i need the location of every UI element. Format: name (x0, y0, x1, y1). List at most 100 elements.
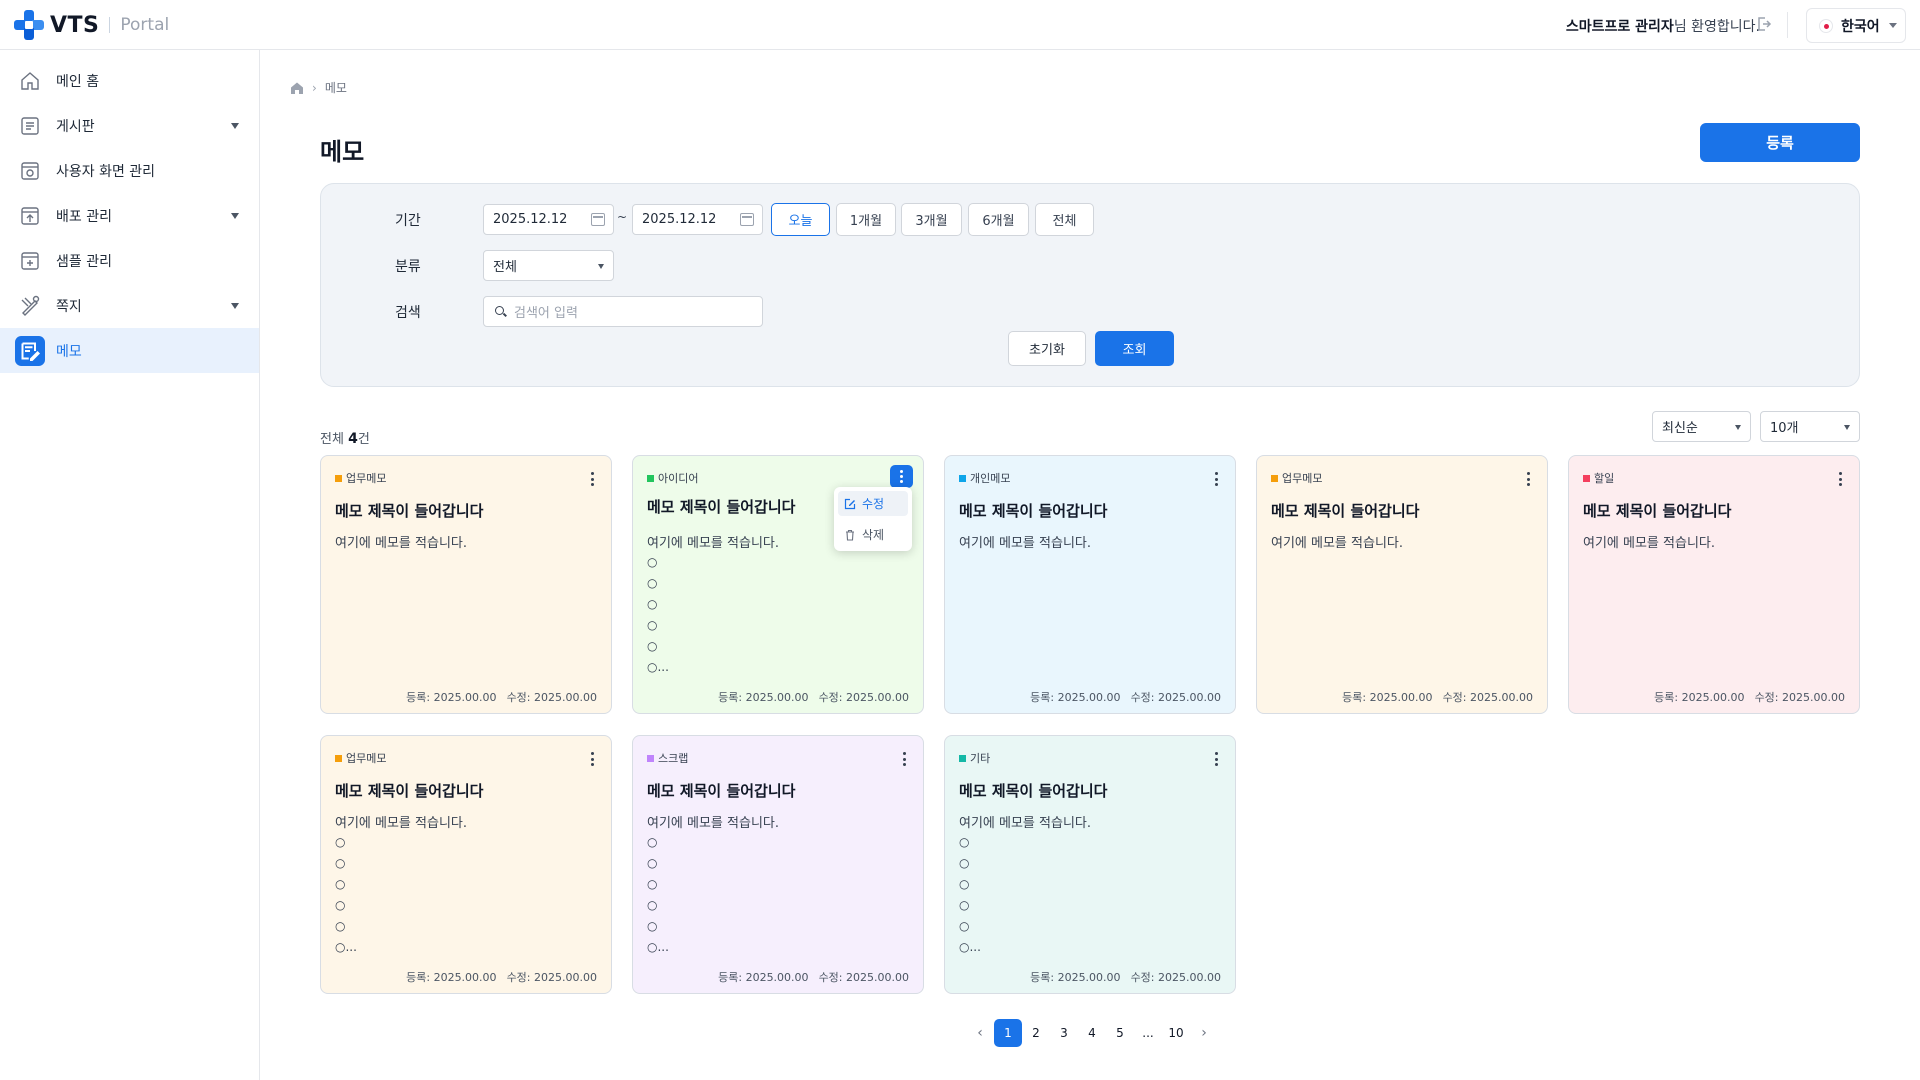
memo-category-label: 기타 (970, 752, 991, 765)
sidebar-item-label: 메인 홈 (56, 73, 100, 90)
memo-category-tag: 개인메모 (959, 470, 1010, 486)
breadcrumb: › 메모 (290, 79, 347, 96)
memo-title: 메모 제목이 들어갑니다 (335, 782, 484, 800)
more-options-icon[interactable] (1211, 470, 1221, 488)
chevron-right-icon: › (312, 80, 317, 95)
more-options-icon[interactable] (890, 465, 913, 488)
memo-card[interactable]: 기타 메모 제목이 들어갑니다 여기에 메모를 적습니다. ○ ○ ○ ○ ○ ○... 등록: … (944, 735, 1236, 994)
calendar-icon[interactable] (740, 213, 754, 226)
chevron-down-icon (231, 123, 239, 129)
more-options-icon[interactable] (587, 470, 597, 488)
category-color-dot (335, 474, 342, 482)
sample-icon (21, 251, 39, 270)
memo-bullet-item: ○ (647, 555, 658, 569)
page-button[interactable]: 10 (1162, 1019, 1190, 1047)
prev-page-button[interactable]: ‹ (966, 1019, 994, 1047)
app-header: VTS Portal 스마트프로 관리자님 환영합니다. 한국어 (0, 0, 1920, 50)
header-divider (1787, 12, 1788, 38)
search-button[interactable]: 조회 (1095, 331, 1174, 366)
memo-card[interactable]: 개인메모 메모 제목이 들어갑니다 여기에 메모를 적습니다. 등록: 2025.00… (944, 455, 1236, 714)
register-button[interactable]: 등록 (1700, 123, 1860, 162)
search-input[interactable]: 검색어 입력 (483, 296, 763, 327)
memo-dates: 등록: 2025.00.00 수정: 2025.00.00 (1654, 689, 1845, 705)
sidebar-item-label: 게시판 (56, 118, 95, 135)
sidebar-item-home[interactable]: 메인 홈 (0, 58, 259, 103)
period-1month-button[interactable]: 1개월 (836, 203, 896, 236)
date-range-separator: ~ (617, 210, 628, 224)
period-today-button[interactable]: 오늘 (771, 203, 830, 236)
breadcrumb-current: 메모 (324, 81, 347, 95)
sidebar: 메인 홈 게시판 사용자 화면 관리 배포 관리 샘플 관리 쪽지 메모 (0, 50, 260, 1080)
menu-delete-item[interactable]: 삭제 (844, 526, 884, 543)
more-options-icon[interactable] (1211, 750, 1221, 768)
more-options-icon[interactable] (587, 750, 597, 768)
menu-edit-item[interactable]: 수정 (844, 495, 884, 512)
sidebar-item-deploy[interactable]: 배포 관리 (0, 193, 259, 238)
sidebar-item-sample[interactable]: 샘플 관리 (0, 238, 259, 283)
memo-body: 여기에 메모를 적습니다. (335, 536, 467, 551)
memo-bullet-item: ○ (647, 856, 658, 870)
page-button[interactable]: 2 (1022, 1019, 1050, 1047)
memo-card[interactable]: 업무메모 메모 제목이 들어갑니다 여기에 메모를 적습니다. ○ ○ ○ ○ ○ ○... 등록… (320, 735, 612, 994)
brand-subtitle: Portal (120, 15, 170, 35)
memo-dates: 등록: 2025.00.00 수정: 2025.00.00 (718, 689, 909, 705)
next-page-button[interactable]: › (1190, 1019, 1218, 1047)
category-color-dot (647, 754, 654, 762)
sidebar-item-label: 샘플 관리 (56, 253, 112, 270)
sort-select[interactable]: 최신순 (1652, 411, 1751, 442)
memo-dates: 등록: 2025.00.00 수정: 2025.00.00 (1030, 969, 1221, 985)
memo-title: 메모 제목이 들어갑니다 (959, 502, 1108, 520)
memo-body: 여기에 메모를 적습니다. (335, 816, 467, 831)
memo-bullet-item: ○ (335, 898, 346, 912)
more-options-icon[interactable] (1523, 470, 1533, 488)
memo-icon (15, 335, 45, 366)
memo-modified-date: 수정: 2025.00.00 (1130, 971, 1221, 984)
period-all-button[interactable]: 전체 (1035, 203, 1094, 236)
logo[interactable]: VTS Portal (14, 10, 169, 40)
menu-delete-label: 삭제 (862, 528, 885, 542)
brand-name: VTS (50, 12, 100, 38)
more-options-icon[interactable] (1835, 470, 1845, 488)
memo-category-label: 스크랩 (658, 752, 689, 765)
sidebar-item-message[interactable]: 쪽지 (0, 283, 259, 328)
period-6month-button[interactable]: 6개월 (968, 203, 1029, 236)
memo-title: 메모 제목이 들어갑니다 (647, 498, 796, 516)
page-button[interactable]: 4 (1078, 1019, 1106, 1047)
memo-bullet-item: ○ (647, 576, 658, 590)
memo-bullet-list: ○ ○ ○ ○ ○ ○... (647, 832, 669, 958)
memo-category-tag: 할일 (1583, 470, 1614, 486)
date-to-input[interactable]: 2025.12.12 (632, 204, 763, 235)
memo-card[interactable]: 업무메모 메모 제목이 들어갑니다 여기에 메모를 적습니다. 등록: 2025.00… (1256, 455, 1548, 714)
home-icon[interactable] (290, 81, 304, 95)
page-button[interactable]: 1 (994, 1019, 1022, 1047)
deploy-icon (21, 206, 39, 225)
memo-category-tag: 스크랩 (647, 750, 688, 766)
logout-icon[interactable] (1756, 15, 1772, 33)
reset-button[interactable]: 초기화 (1008, 331, 1086, 366)
page-button[interactable]: 3 (1050, 1019, 1078, 1047)
memo-card[interactable]: 업무메모 메모 제목이 들어갑니다 여기에 메모를 적습니다. 등록: 2025.00… (320, 455, 612, 714)
sidebar-item-board[interactable]: 게시판 (0, 103, 259, 148)
page-button[interactable]: 5 (1106, 1019, 1134, 1047)
memo-card[interactable]: 스크랩 메모 제목이 들어갑니다 여기에 메모를 적습니다. ○ ○ ○ ○ ○ ○... 등록:… (632, 735, 924, 994)
memo-modified-date: 수정: 2025.00.00 (818, 971, 909, 984)
language-select[interactable]: 한국어 (1806, 8, 1906, 43)
memo-body: 여기에 메모를 적습니다. (1271, 536, 1403, 551)
sidebar-item-label: 메모 (56, 343, 82, 360)
date-from-input[interactable]: 2025.12.12 (483, 204, 614, 235)
category-select[interactable]: 전체 (483, 250, 614, 281)
more-options-icon[interactable] (899, 750, 909, 768)
page-ellipsis: ... (1142, 1026, 1154, 1040)
memo-card[interactable]: 할일 메모 제목이 들어갑니다 여기에 메모를 적습니다. 등록: 2025.00.0… (1568, 455, 1860, 714)
memo-bullet-item: ○ (959, 835, 970, 849)
calendar-icon[interactable] (591, 213, 605, 226)
period-3month-button[interactable]: 3개월 (901, 203, 962, 236)
page-size-select[interactable]: 10개 (1760, 411, 1860, 442)
trash-icon (846, 529, 854, 541)
sidebar-item-memo[interactable]: 메모 (0, 328, 259, 373)
total-prefix: 전체 (320, 432, 344, 447)
chevron-down-icon (231, 213, 239, 219)
memo-category-label: 아이디어 (658, 472, 699, 485)
memo-category-label: 할일 (1594, 472, 1615, 485)
sidebar-item-screen-manage[interactable]: 사용자 화면 관리 (0, 148, 259, 193)
